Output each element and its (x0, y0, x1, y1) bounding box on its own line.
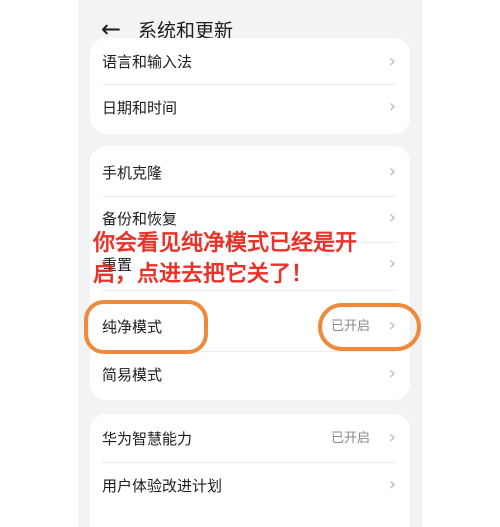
highlight-circle-status (318, 303, 421, 351)
chevron-right-icon: › (388, 427, 396, 448)
annotation-text: 你会看见纯净模式已经是开启，点进去把它关了！ (93, 231, 358, 287)
settings-item-date-time[interactable]: 日期和时间 › (90, 85, 410, 131)
settings-item-label: 语言和输入法 (102, 53, 193, 71)
settings-item-language-input[interactable]: 语言和输入法 › (90, 40, 410, 86)
highlight-circle-label (84, 300, 208, 354)
settings-card-smart: 华为智慧能力 已开启 › 用户体验改进计划 › (90, 414, 410, 527)
settings-item-phone-clone[interactable]: 手机克隆 › (90, 150, 410, 196)
chevron-right-icon: › (388, 96, 396, 117)
settings-item-ux-program[interactable]: 用户体验改进计划 › (90, 463, 410, 509)
chevron-right-icon: › (388, 363, 396, 384)
chevron-right-icon: › (388, 51, 396, 72)
chevron-right-icon: › (388, 161, 396, 182)
settings-item-label: 手机克隆 (102, 164, 163, 182)
settings-item-label: 用户体验改进计划 (102, 477, 223, 495)
settings-item-label: 华为智慧能力 (102, 430, 193, 448)
status-value: 已开启 (330, 431, 370, 446)
settings-card-language: 语言和输入法 › 日期和时间 › (90, 38, 410, 134)
divider (102, 290, 396, 291)
settings-item-simple-mode[interactable]: 简易模式 › (90, 352, 410, 398)
settings-item-label: 简易模式 (102, 366, 163, 384)
settings-item-huawei-ai[interactable]: 华为智慧能力 已开启 › (90, 416, 410, 462)
chevron-right-icon: › (388, 474, 396, 495)
settings-item-label: 日期和时间 (102, 99, 178, 117)
